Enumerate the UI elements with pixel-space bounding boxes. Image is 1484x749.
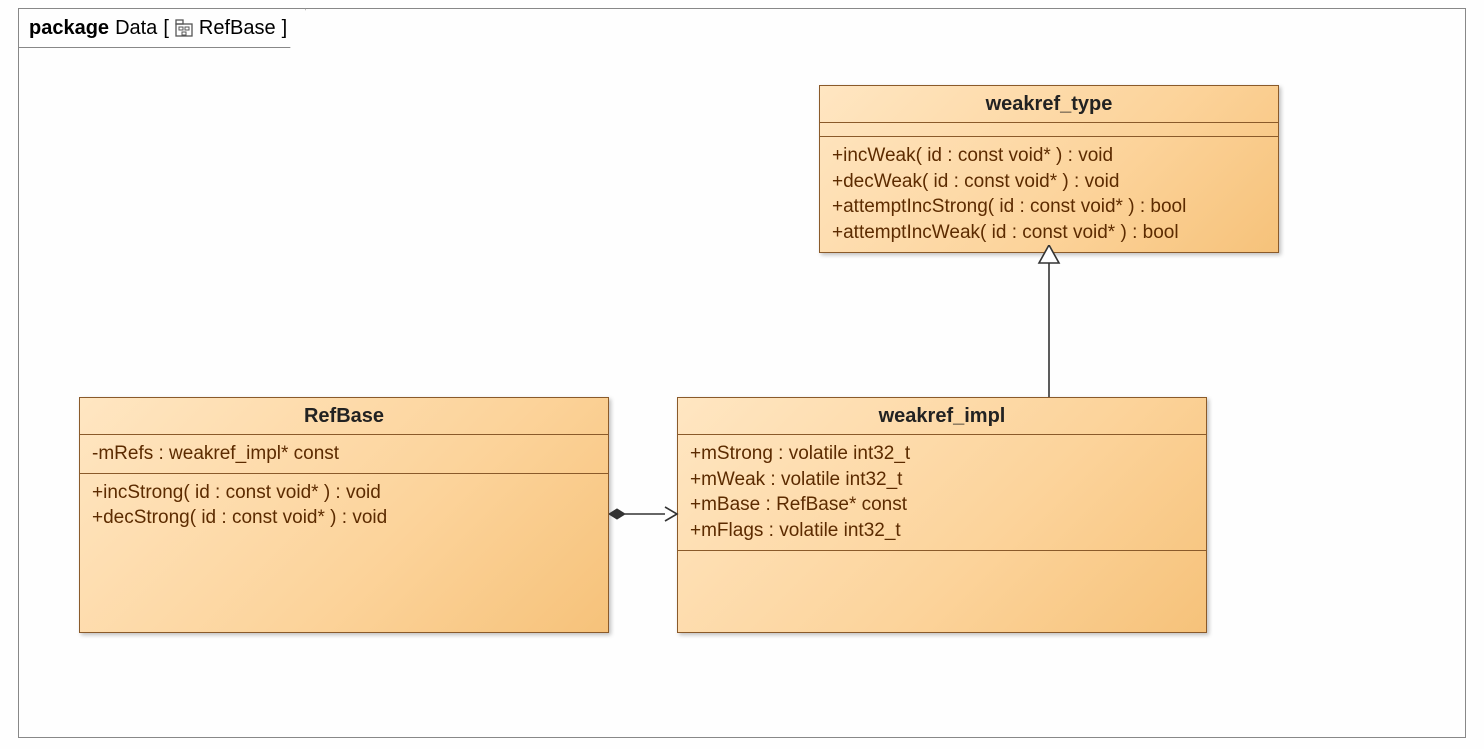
class-weakref-type[interactable]: weakref_type +incWeak( id : const void* … [819, 85, 1279, 253]
class-title-weakref-type: weakref_type [820, 86, 1278, 123]
operation-row: +decWeak( id : const void* ) : void [832, 169, 1266, 195]
operation-row: +incWeak( id : const void* ) : void [832, 143, 1266, 169]
package-name: Data [115, 17, 157, 40]
class-weakref-impl[interactable]: weakref_impl +mStrong : volatile int32_t… [677, 397, 1207, 633]
attribute-compartment-weakref-impl: +mStrong : volatile int32_t +mWeak : vol… [678, 435, 1206, 551]
association-connector [609, 499, 679, 529]
operation-row: +attemptIncWeak( id : const void* ) : bo… [832, 220, 1266, 246]
attribute-row: +mStrong : volatile int32_t [690, 441, 1194, 467]
attribute-compartment-weakref-type [820, 123, 1278, 137]
operation-row: +incStrong( id : const void* ) : void [92, 480, 596, 506]
attribute-compartment-refbase: -mRefs : weakref_impl* const [80, 435, 608, 474]
package-frame-tab: package Data [ RefBase ] [18, 8, 306, 48]
class-title-refbase: RefBase [80, 398, 608, 435]
operation-row: +attemptIncStrong( id : const void* ) : … [832, 194, 1266, 220]
generalization-connector [1029, 245, 1069, 399]
package-keyword: package [29, 17, 109, 40]
operation-row: +decStrong( id : const void* ) : void [92, 505, 596, 531]
package-frame: package Data [ RefBase ] weakref_type +i… [18, 8, 1466, 738]
operation-compartment-refbase: +incStrong( id : const void* ) : void +d… [80, 474, 608, 632]
attribute-row: +mFlags : volatile int32_t [690, 518, 1194, 544]
class-title-weakref-impl: weakref_impl [678, 398, 1206, 435]
attribute-row: +mBase : RefBase* const [690, 492, 1194, 518]
bracket-close: ] [282, 17, 288, 40]
attribute-row: -mRefs : weakref_impl* const [92, 441, 596, 467]
package-icon [175, 19, 193, 37]
package-nested: RefBase [199, 17, 276, 40]
class-refbase[interactable]: RefBase -mRefs : weakref_impl* const +in… [79, 397, 609, 633]
operation-compartment-weakref-impl [678, 551, 1206, 632]
attribute-row: +mWeak : volatile int32_t [690, 467, 1194, 493]
operation-compartment-weakref-type: +incWeak( id : const void* ) : void +dec… [820, 137, 1278, 252]
bracket-open: [ [163, 17, 169, 40]
